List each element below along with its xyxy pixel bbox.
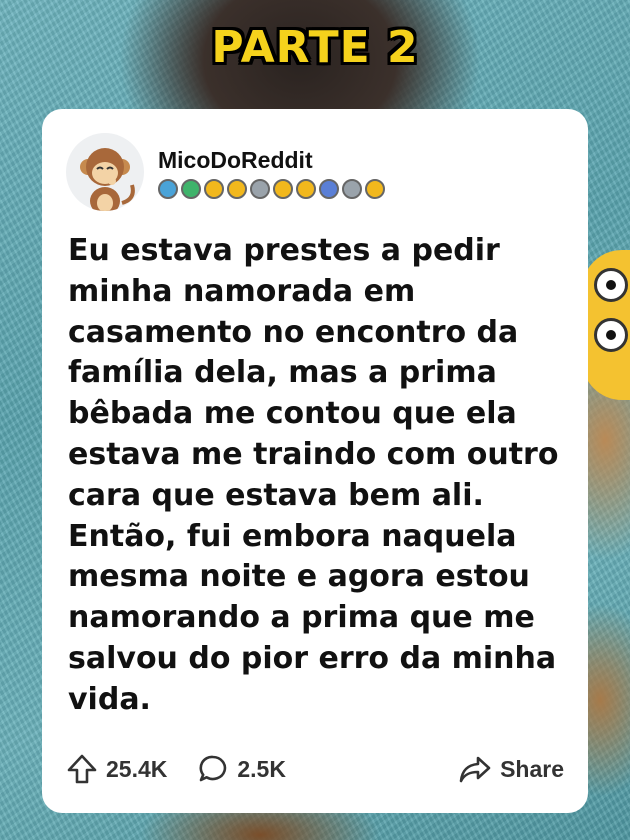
toy-eye [594, 268, 628, 302]
share-button[interactable]: Share [458, 754, 564, 784]
comment-bubble-icon [199, 755, 227, 782]
badge-10-icon [365, 179, 385, 199]
badge-4-icon [227, 179, 247, 199]
badge-2-icon [181, 179, 201, 199]
share-label: Share [500, 755, 564, 782]
badge-6-icon [273, 179, 293, 199]
part-title: PARTE 2 [211, 22, 419, 73]
username[interactable]: MicoDoReddit [158, 147, 313, 174]
post-body: Eu estava prestes a pedir minha namorada… [68, 233, 559, 717]
badge-7-icon [296, 179, 316, 199]
toy-eye [594, 318, 628, 352]
upvote-button[interactable]: 25.4K [66, 753, 167, 785]
share-arrow-icon [459, 756, 491, 783]
badge-row [158, 179, 385, 199]
monkey-icon[interactable] [66, 133, 144, 211]
badge-9-icon [342, 179, 362, 199]
post-actions: 25.4K 2.5K Share [66, 749, 564, 789]
badge-8-icon [319, 179, 339, 199]
badge-1-icon [158, 179, 178, 199]
upvote-arrow-icon [67, 754, 97, 784]
post-card: MicoDoReddit Eu estava prestes a pedir m… [42, 109, 588, 813]
badge-3-icon [204, 179, 224, 199]
badge-5-icon [250, 179, 270, 199]
comment-count: 2.5K [237, 755, 286, 782]
background-toy [582, 250, 630, 400]
comments-button[interactable]: 2.5K [197, 753, 286, 785]
upvote-count: 25.4K [106, 755, 168, 782]
